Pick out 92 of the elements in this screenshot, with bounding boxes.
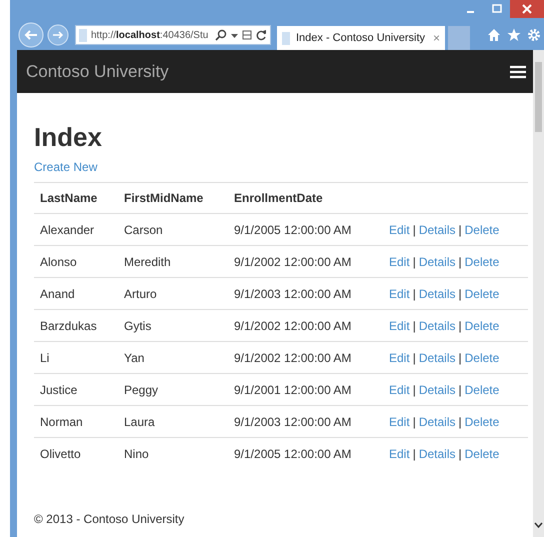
star-icon[interactable] bbox=[507, 28, 521, 42]
edit-link[interactable]: Edit bbox=[389, 254, 410, 268]
table-cell: Alexander bbox=[34, 214, 118, 246]
separator: | bbox=[412, 318, 416, 332]
table-cell: 9/1/2001 12:00:00 AM bbox=[228, 374, 383, 406]
details-link[interactable]: Details bbox=[418, 414, 456, 428]
table-cell: Carson bbox=[118, 214, 228, 246]
delete-link[interactable]: Delete bbox=[464, 382, 500, 396]
delete-link[interactable]: Delete bbox=[464, 286, 500, 300]
separator: | bbox=[412, 446, 416, 460]
table-cell: Justice bbox=[34, 374, 118, 406]
page-heading: Index bbox=[34, 122, 103, 152]
page-icon bbox=[282, 32, 290, 44]
separator: | bbox=[458, 414, 462, 428]
details-link[interactable]: Details bbox=[418, 222, 456, 236]
separator: | bbox=[458, 318, 462, 332]
table-cell: 9/1/2002 12:00:00 AM bbox=[228, 246, 383, 278]
separator: | bbox=[412, 286, 416, 300]
column-header: FirstMidName bbox=[118, 182, 228, 214]
edit-link[interactable]: Edit bbox=[389, 350, 410, 364]
separator: | bbox=[458, 446, 462, 460]
column-header: LastName bbox=[34, 182, 118, 214]
create-new-link[interactable]: Create New bbox=[34, 160, 98, 174]
address-bar[interactable]: http://localhost:40436/Stu bbox=[75, 25, 271, 45]
table-cell: Barzdukas bbox=[34, 310, 118, 342]
separator: | bbox=[458, 222, 462, 236]
page-icon bbox=[79, 28, 87, 42]
settings-icon[interactable] bbox=[527, 28, 541, 42]
table-cell: Laura bbox=[118, 406, 228, 438]
brand-link[interactable]: Contoso University bbox=[26, 62, 169, 82]
table-cell: 9/1/2003 12:00:00 AM bbox=[228, 406, 383, 438]
table-cell: Nino bbox=[118, 438, 228, 469]
details-link[interactable]: Details bbox=[418, 318, 456, 332]
url-text[interactable]: http://localhost:40436/Stu bbox=[91, 30, 211, 40]
table-cell: 9/1/2002 12:00:00 AM bbox=[228, 310, 383, 342]
edit-link[interactable]: Edit bbox=[389, 318, 410, 332]
tab-close-button[interactable]: × bbox=[432, 31, 440, 45]
table-cell: Meredith bbox=[118, 246, 228, 278]
maximize-icon[interactable] bbox=[492, 4, 502, 14]
separator: | bbox=[458, 254, 462, 268]
details-link[interactable]: Details bbox=[418, 382, 456, 396]
column-header: EnrollmentDate bbox=[228, 182, 383, 214]
browser-tab[interactable]: Index - Contoso University × bbox=[277, 26, 445, 50]
edit-link[interactable]: Edit bbox=[389, 286, 410, 300]
back-button[interactable] bbox=[18, 22, 44, 48]
table-cell: 9/1/2005 12:00:00 AM bbox=[228, 214, 383, 246]
edit-link[interactable]: Edit bbox=[389, 414, 410, 428]
table-cell: Peggy bbox=[118, 374, 228, 406]
close-icon bbox=[522, 4, 532, 14]
separator: | bbox=[458, 382, 462, 396]
table-cell: 9/1/2005 12:00:00 AM bbox=[228, 438, 383, 469]
details-link[interactable]: Details bbox=[418, 286, 456, 300]
tab-title: Index - Contoso University bbox=[296, 32, 426, 44]
separator: | bbox=[412, 350, 416, 364]
footer-text: © 2013 - Contoso University bbox=[34, 512, 184, 526]
forward-button[interactable] bbox=[47, 24, 69, 46]
table-cell: Yan bbox=[118, 342, 228, 374]
delete-link[interactable]: Delete bbox=[464, 318, 500, 332]
table-cell: Olivetto bbox=[34, 438, 118, 469]
details-link[interactable]: Details bbox=[418, 350, 456, 364]
delete-link[interactable]: Delete bbox=[464, 446, 500, 460]
details-link[interactable]: Details bbox=[418, 446, 456, 460]
delete-link[interactable]: Delete bbox=[464, 222, 500, 236]
edit-link[interactable]: Edit bbox=[389, 446, 410, 460]
separator: | bbox=[412, 414, 416, 428]
scroll-down-icon[interactable] bbox=[534, 521, 543, 529]
table-cell: Gytis bbox=[118, 310, 228, 342]
separator: | bbox=[412, 222, 416, 236]
compatibility-icon[interactable] bbox=[242, 29, 252, 41]
table-cell: Anand bbox=[34, 278, 118, 310]
separator: | bbox=[458, 286, 462, 300]
table-cell: 9/1/2003 12:00:00 AM bbox=[228, 278, 383, 310]
home-icon[interactable] bbox=[487, 28, 501, 42]
details-link[interactable]: Details bbox=[418, 254, 456, 268]
separator: | bbox=[412, 254, 416, 268]
table-cell: 9/1/2002 12:00:00 AM bbox=[228, 342, 383, 374]
separator: | bbox=[458, 350, 462, 364]
delete-link[interactable]: Delete bbox=[464, 350, 500, 364]
table-cell: Li bbox=[34, 342, 118, 374]
table-cell: Arturo bbox=[118, 278, 228, 310]
search-icon[interactable] bbox=[215, 29, 227, 41]
table-cell: Norman bbox=[34, 406, 118, 438]
scroll-thumb[interactable] bbox=[535, 62, 542, 132]
edit-link[interactable]: Edit bbox=[389, 382, 410, 396]
delete-link[interactable]: Delete bbox=[464, 254, 500, 268]
close-button[interactable] bbox=[510, 0, 544, 18]
edit-link[interactable]: Edit bbox=[389, 222, 410, 236]
table-cell: Alonso bbox=[34, 246, 118, 278]
menu-icon[interactable] bbox=[510, 64, 526, 78]
separator: | bbox=[412, 382, 416, 396]
delete-link[interactable]: Delete bbox=[464, 414, 500, 428]
refresh-icon[interactable] bbox=[256, 29, 267, 41]
